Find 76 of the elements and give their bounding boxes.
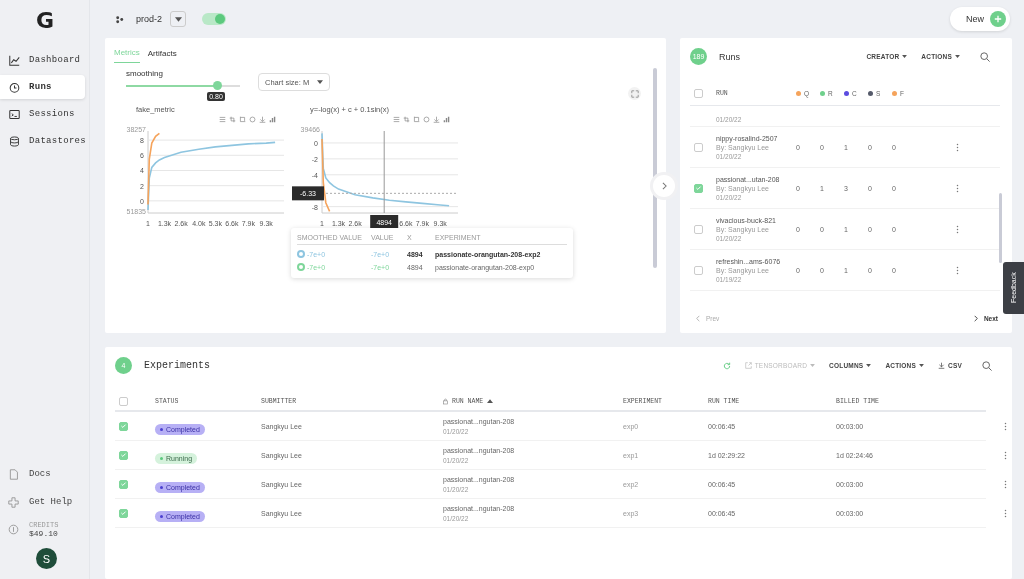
- toggle-switch[interactable]: [202, 13, 226, 25]
- avatar[interactable]: S: [36, 548, 57, 569]
- more-icon[interactable]: [1002, 449, 1008, 461]
- nav-item[interactable]: Dashboard: [0, 48, 89, 72]
- tab[interactable]: Artifacts: [147, 48, 177, 63]
- checkbox[interactable]: [694, 224, 703, 234]
- checkbox[interactable]: [694, 183, 703, 193]
- external-link-icon: [744, 362, 752, 369]
- caret-icon: [866, 364, 872, 367]
- expand-icon[interactable]: [628, 87, 641, 100]
- slider-thumb[interactable]: [212, 81, 222, 90]
- next-arrow-button[interactable]: [653, 175, 675, 197]
- more-icon[interactable]: [1002, 507, 1008, 519]
- scrollbar[interactable]: [999, 193, 1002, 263]
- download-icon: [938, 362, 946, 369]
- checkbox[interactable]: [119, 421, 128, 431]
- sort-ascending-icon[interactable]: [487, 399, 494, 403]
- crop-icon[interactable]: [403, 116, 410, 123]
- caret-icon: [919, 364, 925, 367]
- panel-title: Runs: [719, 51, 740, 62]
- clock-icon: [9, 81, 20, 93]
- bar-chart-icon[interactable]: [443, 116, 450, 123]
- document-icon: [8, 468, 19, 480]
- search-icon[interactable]: [982, 360, 992, 371]
- credits-amount: $49.10: [29, 529, 59, 538]
- crop-icon[interactable]: [413, 116, 420, 123]
- refresh-icon[interactable]: [722, 361, 731, 370]
- plus-cross-icon: [8, 496, 19, 508]
- scrollbar[interactable]: [653, 68, 657, 268]
- refresh-icon[interactable]: [423, 116, 430, 123]
- plus-icon: [994, 15, 1002, 23]
- more-icon[interactable]: [1002, 478, 1008, 490]
- new-button[interactable]: New: [950, 7, 1010, 31]
- more-icon[interactable]: [954, 182, 960, 194]
- checkbox[interactable]: [119, 479, 128, 489]
- crop-icon[interactable]: [229, 116, 236, 123]
- refresh-icon[interactable]: [249, 116, 256, 123]
- checkbox[interactable]: [119, 508, 128, 518]
- lock-icon: [443, 397, 448, 405]
- nav-item[interactable]: Sessions: [0, 102, 89, 126]
- search-icon[interactable]: [980, 51, 990, 62]
- caret-icon: [174, 16, 182, 22]
- terminal-icon: [9, 108, 20, 120]
- caret-icon: [955, 55, 960, 58]
- more-icon[interactable]: [954, 223, 960, 235]
- more-icon[interactable]: [954, 264, 960, 276]
- project-name: prod-2: [136, 14, 162, 24]
- caret-icon: [902, 55, 908, 58]
- checkbox[interactable]: [119, 450, 128, 460]
- more-icon[interactable]: [1002, 420, 1008, 432]
- more-icon[interactable]: [954, 141, 960, 153]
- caret-icon: [810, 364, 816, 367]
- coin-icon: [8, 524, 19, 535]
- checkbox[interactable]: [694, 265, 703, 275]
- chevron-right-icon: [973, 315, 978, 322]
- bar-chart-icon[interactable]: [269, 116, 276, 123]
- checkbox[interactable]: [694, 88, 703, 98]
- chevron-right-icon: [661, 182, 667, 190]
- logo[interactable]: G: [36, 10, 56, 32]
- dropdown-button[interactable]: [170, 11, 186, 27]
- footer-link[interactable]: Docs: [0, 465, 89, 483]
- slider-label: smoothing: [126, 69, 164, 78]
- checkbox[interactable]: [694, 142, 703, 152]
- menu-icon[interactable]: [393, 116, 400, 123]
- nav-item[interactable]: Datastores: [0, 129, 89, 153]
- crop-icon[interactable]: [239, 116, 246, 123]
- caret-icon: [317, 80, 324, 84]
- nodes-icon: [115, 14, 124, 24]
- menu-icon[interactable]: [219, 116, 226, 123]
- panel-title: Experiments: [144, 360, 210, 371]
- footer-link[interactable]: Get Help: [0, 493, 89, 511]
- database-icon: [9, 135, 20, 147]
- nav-item[interactable]: Runs: [0, 75, 85, 99]
- checkbox[interactable]: [119, 396, 128, 406]
- chevron-left-icon: [696, 315, 700, 322]
- line-chart-icon: [9, 54, 20, 66]
